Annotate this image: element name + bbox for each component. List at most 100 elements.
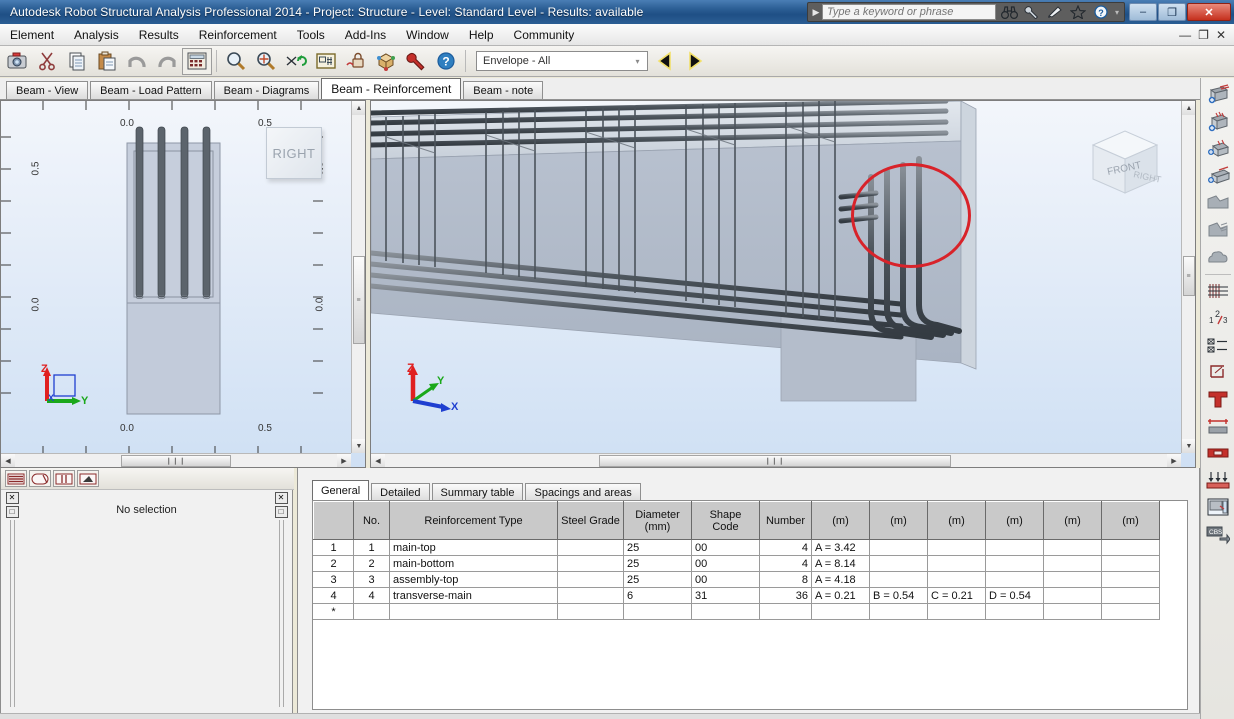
cell-type[interactable]: main-bottom (389, 555, 558, 572)
cross-section-horizontal-scrollbar[interactable]: ◀ ❙❙❙ ▶ (1, 453, 351, 467)
viewcube-3d[interactable]: FRONT RIGHT (1081, 123, 1167, 203)
table-row[interactable]: 4 4 transverse-main 6 31 36 A = 0.21 B =… (313, 587, 1160, 604)
screen-capture-icon[interactable] (2, 48, 32, 75)
options-wrench-icon[interactable] (401, 48, 431, 75)
envelope-combo[interactable]: Envelope - All ▾ (476, 51, 648, 71)
beam-3d-vertical-scrollbar[interactable]: ▲ ≡ ▼ (1181, 101, 1195, 453)
help-balloon-icon[interactable]: ? (431, 48, 461, 75)
cell-number[interactable] (759, 603, 812, 620)
col-shape-code[interactable]: Shape Code (691, 501, 760, 540)
panel-restore-button-right[interactable]: □ (274, 506, 288, 518)
cell-dim-f[interactable] (1101, 555, 1160, 572)
tab-beam-reinforcement[interactable]: Beam - Reinforcement (321, 78, 462, 99)
horizontal-scroll-thumb[interactable]: ❙❙❙ (121, 455, 231, 467)
cell-type[interactable]: assembly-top (389, 571, 558, 588)
cell-shape-code[interactable]: 00 (691, 539, 760, 556)
cell-dim-c[interactable]: C = 0.21 (927, 587, 986, 604)
cut-icon[interactable] (32, 48, 62, 75)
cell-dim-e[interactable] (1043, 603, 1102, 620)
cell-dim-b[interactable] (869, 571, 928, 588)
cross-section-canvas[interactable]: 0.0 0.5 0.0 0.5 0.5 0.0 0.5 0.0 Z Y X RI… (1, 101, 365, 467)
cell-dim-f[interactable] (1101, 539, 1160, 556)
cloud-shape-icon[interactable] (1204, 244, 1232, 270)
vertical-scroll-thumb-3d[interactable]: ≡ (1183, 256, 1195, 296)
cell-no[interactable] (353, 603, 390, 620)
cell-diameter[interactable]: 6 (623, 587, 692, 604)
cell-number[interactable]: 36 (759, 587, 812, 604)
scroll-up-button-3d[interactable]: ▲ (1182, 101, 1195, 115)
numbering-icon[interactable]: 1 2 3 (1204, 305, 1232, 331)
infocenter-expander-icon[interactable]: ▶ (810, 7, 822, 18)
panel-dock-rail-right[interactable] (278, 520, 284, 707)
cell-no[interactable]: 4 (353, 587, 390, 604)
tab-general[interactable]: General (312, 480, 370, 501)
cell-steel-grade[interactable] (557, 587, 624, 604)
render-icon[interactable] (371, 48, 401, 75)
row-header-new[interactable]: * (313, 603, 354, 620)
view-mode-shape-button[interactable] (29, 470, 51, 487)
cell-dim-d[interactable] (985, 603, 1044, 620)
row-header[interactable]: 2 (313, 555, 354, 572)
grid-table-icon[interactable] (1204, 278, 1232, 304)
add-panel-icon[interactable] (1204, 136, 1232, 162)
cell-diameter[interactable]: 25 (623, 539, 692, 556)
viewcube-right[interactable]: RIGHT (266, 127, 322, 179)
cell-no[interactable]: 2 (353, 555, 390, 572)
cell-number[interactable]: 4 (759, 539, 812, 556)
cell-dim-e[interactable] (1043, 539, 1102, 556)
doc-minimize-button[interactable]: — (1179, 28, 1191, 42)
row-header[interactable]: 4 (313, 587, 354, 604)
table-row[interactable]: 2 2 main-bottom 25 00 4 A = 8.14 (313, 555, 1160, 572)
tab-beam-load-pattern[interactable]: Beam - Load Pattern (90, 81, 212, 99)
cell-dim-b[interactable] (869, 555, 928, 572)
infocenter-dropdown-icon[interactable]: ▾ (1115, 8, 1119, 17)
cell-number[interactable]: 4 (759, 555, 812, 572)
panel-close-button[interactable]: ✕ (5, 492, 19, 504)
view-direction-icon[interactable] (1204, 359, 1232, 385)
col-row-selector[interactable] (313, 501, 354, 540)
cell-steel-grade[interactable] (557, 555, 624, 572)
add-bar-icon[interactable] (1204, 82, 1232, 108)
col-dim-e[interactable]: (m) (1043, 501, 1102, 540)
lock-icon[interactable] (341, 48, 371, 75)
cell-type[interactable]: transverse-main (389, 587, 558, 604)
search-input[interactable] (821, 4, 996, 20)
horizontal-scroll-thumb-3d[interactable]: ❙❙❙ (599, 455, 951, 467)
tab-beam-view[interactable]: Beam - View (6, 81, 89, 99)
menu-tools[interactable]: Tools (287, 26, 335, 44)
cell-dim-b[interactable] (869, 603, 928, 620)
cell-dim-d[interactable]: D = 0.54 (985, 587, 1044, 604)
menu-window[interactable]: Window (396, 26, 459, 44)
doc-restore-button[interactable]: ❐ (1198, 28, 1209, 42)
add-solid-icon[interactable] (1204, 163, 1232, 189)
table-row[interactable]: 1 1 main-top 25 00 4 A = 3.42 (313, 539, 1160, 556)
cell-diameter[interactable]: 25 (623, 571, 692, 588)
maximize-button[interactable]: ❐ (1158, 3, 1186, 21)
calculations-icon[interactable] (182, 47, 212, 75)
cell-dim-a[interactable]: A = 8.14 (811, 555, 870, 572)
cell-dim-f[interactable] (1101, 571, 1160, 588)
cell-dim-f[interactable] (1101, 603, 1160, 620)
cell-dim-c[interactable] (927, 571, 986, 588)
beam-supports-icon[interactable] (1204, 413, 1232, 439)
cell-steel-grade[interactable] (557, 603, 624, 620)
menu-community[interactable]: Community (504, 26, 585, 44)
menu-element[interactable]: Element (0, 26, 64, 44)
slab-icon[interactable] (1204, 440, 1232, 466)
panel-close-button-right[interactable]: ✕ (274, 492, 288, 504)
table-row-new[interactable]: * (313, 603, 1160, 620)
scroll-down-button-3d[interactable]: ▼ (1182, 439, 1195, 453)
panel-dock-rail[interactable] (9, 520, 15, 707)
minimize-button[interactable]: – (1129, 3, 1157, 21)
col-dim-b[interactable]: (m) (869, 501, 928, 540)
help-icon[interactable]: ? (1091, 3, 1112, 21)
refresh-icon[interactable] (281, 48, 311, 75)
cell-diameter[interactable]: 25 (623, 555, 692, 572)
paste-icon[interactable] (92, 48, 122, 75)
cell-dim-c[interactable] (927, 555, 986, 572)
doc-close-button[interactable]: ✕ (1216, 28, 1226, 42)
cell-steel-grade[interactable] (557, 539, 624, 556)
col-dim-a[interactable]: (m) (811, 501, 870, 540)
cell-no[interactable]: 3 (353, 571, 390, 588)
next-case-button[interactable] (682, 49, 708, 73)
